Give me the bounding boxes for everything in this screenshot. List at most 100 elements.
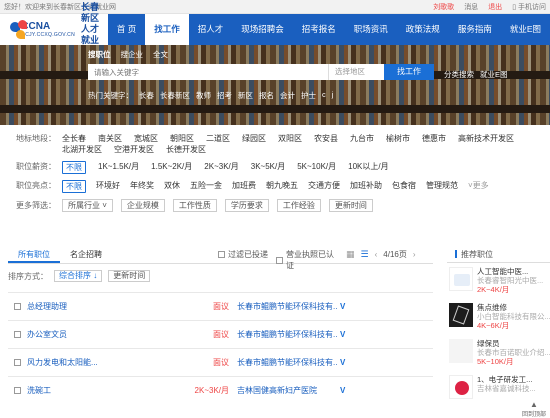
education-dropdown[interactable]: 学历要求 (224, 199, 269, 212)
benefit-option[interactable]: 加班补助 (350, 180, 382, 193)
list-view-icon[interactable]: ☰ (361, 249, 369, 260)
job-row[interactable]: 洗碗工 2K~3K/月 吉林国健高新妇产医院 V (8, 376, 433, 404)
checkbox[interactable] (218, 251, 225, 258)
benefit-option-selected[interactable]: 不限 (62, 180, 86, 193)
benefits-more-button[interactable]: ˅更多 (468, 180, 489, 193)
job-row[interactable]: 总经理助理 面议 长春市鲲鹏节能环保科技有... V (8, 292, 433, 320)
hot-keyword[interactable]: c (322, 90, 326, 101)
hot-keyword[interactable]: 长春 (139, 90, 154, 101)
nav-service-guide[interactable]: 服务指南 (449, 14, 501, 45)
salary-option[interactable]: 1K~1.5K/月 (98, 161, 139, 174)
mobile-access-link[interactable]: ▯ 手机访问 (512, 2, 546, 12)
prev-page-icon[interactable]: ‹ (375, 250, 378, 259)
hot-keyword[interactable]: 报名 (259, 90, 274, 101)
recommended-job[interactable]: 人工智能中医... 长春睿智阳光中医... 2K~4K/月 (447, 263, 550, 299)
hot-keyword[interactable]: 招考 (217, 90, 232, 101)
hot-keyword[interactable]: 长春新区 (160, 90, 190, 101)
job-type-dropdown[interactable]: 工作性质 (172, 199, 217, 212)
industry-dropdown[interactable]: 所属行业 ˅ (62, 199, 113, 212)
nav-exam-signup[interactable]: 招考报名 (293, 14, 345, 45)
back-to-top-button[interactable]: ▲ 回到顶部 (520, 400, 548, 418)
benefit-option[interactable]: 环境好 (96, 180, 120, 193)
sort-update-time-button[interactable]: 更新时间 (108, 270, 151, 282)
search-input[interactable] (88, 64, 328, 80)
salary-option[interactable]: 5K~10K/月 (297, 161, 336, 174)
job-checkbox[interactable] (14, 387, 21, 394)
checkbox[interactable] (276, 256, 283, 264)
site-logo[interactable]: CCNA RCJY.CCXQ.GOV.CN 长春新区人才就业网 (0, 2, 108, 56)
search-button[interactable]: 找工作 (384, 64, 434, 80)
company-link[interactable]: 长春市鲲鹏节能环保科技有... (237, 301, 337, 312)
nav-recruit[interactable]: 招人才 (189, 14, 233, 45)
benefit-option[interactable]: 加班费 (232, 180, 256, 193)
tab-search-fulltext[interactable]: 全文 (153, 49, 168, 60)
hot-keyword[interactable]: 教师 (196, 90, 211, 101)
sort-comprehensive-button[interactable]: 综合排序 ↓ (54, 270, 103, 282)
area-option[interactable]: 南关区 (98, 133, 122, 144)
tab-all-jobs[interactable]: 所有职位 (8, 246, 60, 263)
license-verified-toggle[interactable]: 营业执照已认证 (276, 249, 346, 271)
experience-dropdown[interactable]: 工作经验 (276, 199, 321, 212)
recommended-job[interactable]: 绿保员 长春市百诺职业介绍... 5K~10K/月 (447, 335, 550, 371)
nav-career-news[interactable]: 职场资讯 (345, 14, 397, 45)
job-checkbox[interactable] (14, 303, 21, 310)
area-option[interactable]: 农安县 (314, 133, 338, 144)
nav-job-fair[interactable]: 现场招聘会 (232, 14, 293, 45)
area-option[interactable]: 长德开发区 (166, 144, 206, 155)
logout-link[interactable]: 退出 (488, 2, 502, 12)
salary-option[interactable]: 10K以上/月 (348, 161, 388, 174)
benefit-option[interactable]: 包食宿 (392, 180, 416, 193)
benefit-option[interactable]: 管理规范 (426, 180, 458, 193)
username-link[interactable]: 刘歌歌 (433, 2, 454, 12)
area-select[interactable]: 选择地区 (328, 64, 384, 80)
area-option[interactable]: 空港开发区 (114, 144, 154, 155)
category-search-link[interactable]: 分类搜索 (444, 69, 474, 80)
area-option[interactable]: 双阳区 (278, 133, 302, 144)
tab-famous-companies[interactable]: 名企招聘 (60, 246, 112, 263)
area-option[interactable]: 高新技术开发区 (458, 133, 514, 144)
job-title-link[interactable]: 洗碗工 (27, 385, 177, 396)
area-option[interactable]: 宽城区 (134, 133, 158, 144)
benefit-option[interactable]: 年终奖 (130, 180, 154, 193)
job-title-link[interactable]: 风力发电和太阳能... (27, 357, 177, 368)
company-link[interactable]: 长春市鲲鹏节能环保科技有... (237, 329, 337, 340)
job-checkbox[interactable] (14, 359, 21, 366)
benefit-option[interactable]: 双休 (164, 180, 180, 193)
tab-search-job[interactable]: 搜职位 (88, 49, 111, 60)
filter-applied-toggle[interactable]: 过滤已投递 (218, 249, 268, 260)
salary-option-selected[interactable]: 不限 (62, 161, 86, 174)
recommended-job[interactable]: 焦点维修 小白智能科技有限公... 4K~6K/月 (447, 299, 550, 335)
company-size-dropdown[interactable]: 企业规模 (120, 199, 165, 212)
messages-link[interactable]: 消息 (464, 2, 478, 12)
job-checkbox[interactable] (14, 331, 21, 338)
nav-employment-map[interactable]: 就业E图 (501, 14, 550, 45)
area-option[interactable]: 北湖开发区 (62, 144, 102, 155)
employment-map-link[interactable]: 就业E图 (480, 69, 508, 80)
area-option[interactable]: 德惠市 (422, 133, 446, 144)
benefit-option[interactable]: 交通方便 (308, 180, 340, 193)
job-title-link[interactable]: 总经理助理 (27, 301, 177, 312)
next-page-icon[interactable]: › (413, 250, 416, 259)
job-row[interactable]: 风力发电和太阳能... 面议 长春市鲲鹏节能环保科技有... V (8, 348, 433, 376)
area-option[interactable]: 绿园区 (242, 133, 266, 144)
salary-option[interactable]: 2K~3K/月 (204, 161, 238, 174)
hot-keyword[interactable]: 会计 (280, 90, 295, 101)
update-time-dropdown[interactable]: 更新时间 (328, 199, 373, 212)
tab-search-company[interactable]: 搜企业 (121, 49, 144, 60)
nav-find-job[interactable]: 找工作 (145, 14, 189, 45)
area-option[interactable]: 九台市 (350, 133, 374, 144)
hot-keyword[interactable]: j (332, 90, 334, 101)
nav-home[interactable]: 首 页 (108, 14, 145, 45)
benefit-option[interactable]: 五险一金 (190, 180, 222, 193)
hot-keyword[interactable]: 新区 (238, 90, 253, 101)
company-link[interactable]: 长春市鲲鹏节能环保科技有... (237, 357, 337, 368)
hot-keyword[interactable]: 护士 (301, 90, 316, 101)
salary-option[interactable]: 3K~5K/月 (251, 161, 285, 174)
job-row[interactable]: 办公室文员 面议 长春市鲲鹏节能环保科技有... V (8, 320, 433, 348)
benefit-option[interactable]: 朝九晚五 (266, 180, 298, 193)
grid-view-icon[interactable]: ▦ (346, 249, 355, 260)
area-option[interactable]: 二道区 (206, 133, 230, 144)
area-option[interactable]: 朝阳区 (170, 133, 194, 144)
company-link[interactable]: 吉林国健高新妇产医院 (237, 385, 337, 396)
area-option[interactable]: 全长春 (62, 133, 86, 144)
